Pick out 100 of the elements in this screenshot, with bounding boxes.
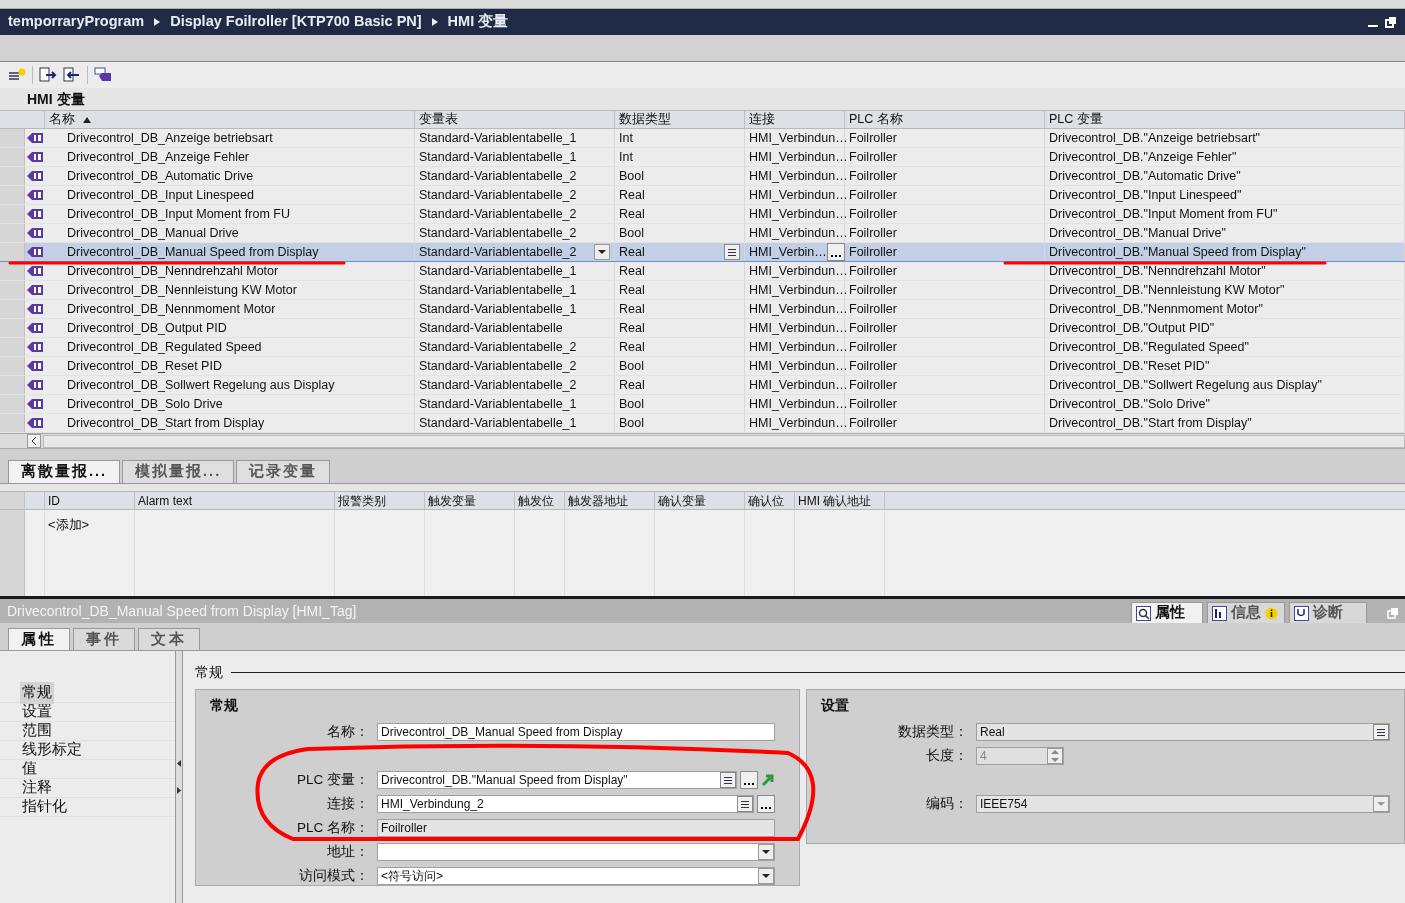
table-cell: HMI_Verbindun… — [749, 283, 848, 297]
table-row[interactable]: Drivecontrol_DB_Anzeige Fehler Standard-Variablentabelle_1 Int HMI_Verbindun…Foilroller Drivecontrol_DB."Anzeige Fehler" — [0, 148, 1405, 167]
nav-item[interactable]: 值 — [20, 758, 39, 780]
tag-icon — [27, 380, 43, 390]
breadcrumb-item[interactable]: HMI 变量 — [447, 11, 509, 33]
table-row[interactable]: Drivecontrol_DB_Output PID Standard-Variablentabelle Real HMI_Verbindun…Foilroller Drivecontrol_DB."Output PID" — [0, 319, 1405, 338]
column-header[interactable]: 触发变量 — [425, 492, 515, 509]
table-cell: Drivecontrol_DB."Input Moment from FU" — [1049, 207, 1278, 221]
table-row[interactable]: Drivecontrol_DB_Automatic Drive Standard-Variablentabelle_2 Bool HMI_Verbindun…Foilroller Drivecontrol_DB."Automatic Drive" — [0, 167, 1405, 186]
column-header[interactable]: 触发器地址 — [565, 492, 655, 509]
list-icon[interactable] — [724, 244, 740, 260]
table-cell: Foilroller — [849, 150, 897, 164]
column-header[interactable]: Alarm text — [135, 492, 335, 509]
nav-item[interactable]: 指针化 — [20, 796, 69, 818]
browse-icon[interactable] — [757, 795, 775, 813]
nav-item[interactable]: 设置 — [20, 701, 54, 723]
table-cell: Real — [619, 245, 645, 259]
tab[interactable]: 事件 — [73, 628, 135, 650]
list-icon[interactable] — [1373, 724, 1389, 740]
column-header[interactable]: 确认变量 — [655, 492, 745, 509]
browse-icon[interactable] — [826, 243, 845, 261]
add-tag-icon[interactable] — [8, 67, 26, 83]
breadcrumb-item[interactable]: temporraryProgram — [8, 11, 145, 33]
table-row[interactable]: Drivecontrol_DB_Input Linespeed Standard-Variablentabelle_2 Real HMI_Verbindun…Foilroller Drivecontrol_DB."Input Linespeed" — [0, 186, 1405, 205]
nav-item[interactable]: 范围 — [20, 720, 54, 742]
table-cell: Drivecontrol_DB."Output PID" — [1049, 321, 1215, 335]
tab[interactable]: 属性 — [8, 628, 70, 650]
table-row[interactable]: Drivecontrol_DB_Manual Drive Standard-Variablentabelle_2 Bool HMI_Verbindun…Foilroller Drivecontrol_DB."Manual Drive" — [0, 224, 1405, 243]
tab[interactable]: 模拟量报... — [122, 460, 235, 483]
table-row[interactable]: Drivecontrol_DB_Solo Drive Standard-Variablentabelle_1 Bool HMI_Verbindun…Foilroller Drivecontrol_DB."Solo Drive" — [0, 395, 1405, 414]
tab[interactable]: 记录变量 — [236, 460, 331, 483]
connection-field[interactable]: HMI_Verbindung_2 — [377, 795, 754, 813]
editor-title: HMI 变量 — [27, 89, 85, 109]
browse-icon[interactable] — [740, 771, 758, 789]
column-header[interactable]: 连接 — [745, 111, 845, 128]
import-icon[interactable] — [63, 67, 81, 83]
table-row[interactable]: Drivecontrol_DB_Manual Speed from Display Standard-Variablentabelle_2 Real HMI_Verbin… Foilroller Drivecontrol_DB."Manual Speed from Display" — [0, 243, 1405, 262]
table-cell: Foilroller — [849, 321, 897, 335]
table-cell: Drivecontrol_DB_Manual Speed from Display — [67, 245, 319, 259]
scrollbar-thumb[interactable] — [43, 434, 1405, 448]
list-icon[interactable] — [720, 772, 736, 788]
column-header[interactable]: ID — [45, 492, 135, 509]
column-header[interactable]: 确认位 — [745, 492, 795, 509]
field-label: 名称： — [327, 724, 369, 740]
table-row[interactable]: Drivecontrol_DB_Nennmoment Motor Standard-Variablentabelle_1 Real HMI_Verbindun…Foilroller Drivecontrol_DB."Nennmoment Motor" — [0, 300, 1405, 319]
table-cell: Standard-Variablentabelle_2 — [419, 226, 577, 240]
tag-icon — [27, 266, 43, 276]
table-cell: Drivecontrol_DB_Reset PID — [67, 359, 222, 373]
table-cell: Int — [619, 131, 633, 145]
table-row[interactable]: Drivecontrol_DB_Nenndrehzahl Motor Standard-Variablentabelle_1 Real HMI_Verbindun…Foilroller Drivecontrol_DB."Nenndrehzahl Motor" — [0, 262, 1405, 281]
column-header[interactable]: 数据类型 — [615, 111, 745, 128]
nav-item[interactable]: 线形标定 — [20, 739, 84, 761]
arrow-icon[interactable] — [761, 773, 775, 787]
table-row[interactable]: Drivecontrol_DB_Input Moment from FU Standard-Variablentabelle_2 Real HMI_Verbindun…Foilroller Drivecontrol_DB."Input Moment from FU" — [0, 205, 1405, 224]
nav-item[interactable]: 注释 — [20, 777, 54, 799]
breadcrumb-item[interactable]: Display Foilroller [KTP700 Basic PN] — [170, 11, 422, 33]
collapse-icon[interactable] — [177, 760, 181, 767]
column-header[interactable]: 触发位 — [515, 492, 565, 509]
table-row[interactable]: Drivecontrol_DB_Nennleistung KW Motor Standard-Variablentabelle_1 Real HMI_Verbindun…Foilroller Drivecontrol_DB."Nennleistung KW Motor" — [0, 281, 1405, 300]
export-icon[interactable] — [39, 67, 57, 83]
table-row[interactable]: Drivecontrol_DB_Regulated Speed Standard-Variablentabelle_2 Real HMI_Verbindun…Foilroller Drivecontrol_DB."Regulated Speed" — [0, 338, 1405, 357]
table-cell: Standard-Variablentabelle_1 — [419, 264, 577, 278]
column-header[interactable]: HMI 确认地址 — [795, 492, 885, 509]
column-header[interactable]: 变量表 — [415, 111, 615, 128]
restore-icon[interactable] — [1385, 16, 1397, 28]
column-header[interactable]: 报警类别 — [335, 492, 425, 509]
table-cell: HMI_Verbindun… — [749, 359, 848, 373]
info-list-icon — [1212, 605, 1227, 621]
list-icon[interactable] — [737, 796, 753, 812]
table-cell: Drivecontrol_DB."Nennmoment Motor" — [1049, 302, 1263, 316]
table-row[interactable]: Drivecontrol_DB_Anzeige betriebsart Standard-Variablentabelle_1 Int HMI_Verbindun…Foilroller Drivecontrol_DB."Anzeige betriebsart" — [0, 129, 1405, 148]
add-row-link[interactable]: <添加> — [48, 517, 90, 532]
column-header[interactable]: PLC 变量 — [1045, 111, 1405, 128]
table-cell: Drivecontrol_DB_Anzeige betriebsart — [67, 131, 273, 145]
column-header[interactable]: 名称 — [45, 111, 415, 128]
tab[interactable]: 离散量报... — [8, 460, 121, 483]
plc-tag-field[interactable]: Drivecontrol_DB."Manual Speed from Display" — [377, 771, 737, 789]
table-cell: Bool — [619, 397, 645, 411]
table-row[interactable]: Drivecontrol_DB_Reset PID Standard-Variablentabelle_2 Bool HMI_Verbindun…Foilroller Drivecontrol_DB."Reset PID" — [0, 357, 1405, 376]
table-cell: Foilroller — [849, 245, 897, 259]
dropdown-field[interactable]: <符号访问> — [377, 867, 775, 885]
tag-table-icon[interactable] — [94, 67, 112, 83]
table-cell: Standard-Variablentabelle_1 — [419, 416, 577, 430]
dropdown-field[interactable] — [377, 843, 775, 861]
scroll-left-icon[interactable] — [27, 434, 41, 448]
data-type-field[interactable]: Real — [976, 723, 1390, 741]
view-tab[interactable]: 信息 — [1207, 602, 1285, 623]
encoding-field[interactable]: IEEE754 — [976, 795, 1390, 813]
tag-icon — [27, 209, 43, 219]
view-tab[interactable]: 诊断 — [1289, 602, 1367, 623]
table-cell: Standard-Variablentabelle_1 — [419, 283, 577, 297]
name-field[interactable]: Drivecontrol_DB_Manual Speed from Display — [377, 723, 775, 741]
tab[interactable]: 文本 — [138, 628, 200, 650]
column-header[interactable]: PLC 名称 — [845, 111, 1045, 128]
expand-icon[interactable] — [177, 787, 181, 794]
view-tab[interactable]: 属性 — [1131, 602, 1203, 623]
table-cell: HMI_Verbindun… — [749, 340, 848, 354]
table-row[interactable]: Drivecontrol_DB_Start from Display Standard-Variablentabelle_1 Bool HMI_Verbindun…Foilroller Drivecontrol_DB."Start from Display" — [0, 414, 1405, 433]
table-row[interactable]: Drivecontrol_DB_Sollwert Regelung aus Display Standard-Variablentabelle_2 Real HMI_Verbindun…Foilroller Drivecontrol_DB."Sollwert Regelung aus Display" — [0, 376, 1405, 395]
nav-item[interactable]: 常规 — [20, 682, 54, 704]
